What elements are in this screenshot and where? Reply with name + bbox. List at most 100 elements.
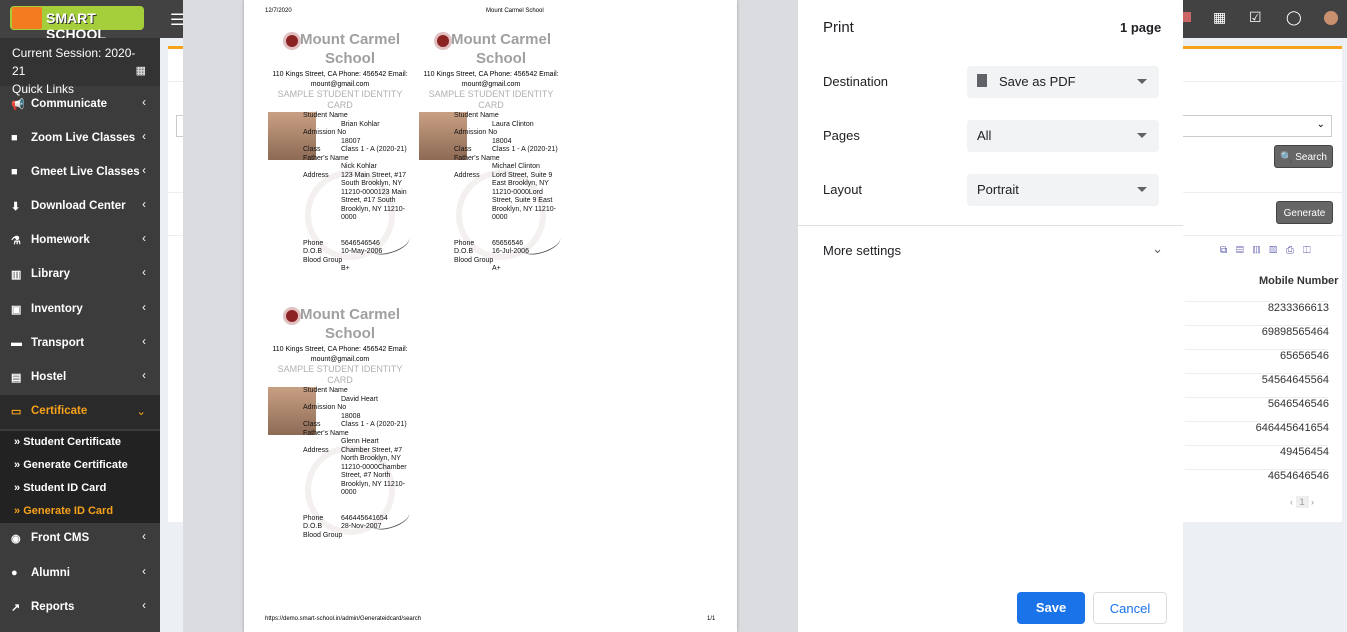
submenu-student-certificate[interactable]: » Student Certificate — [0, 431, 160, 454]
destination-label: Destination — [823, 74, 889, 89]
label-dob: D.O.B — [303, 523, 323, 530]
label-admission-no: Admission No — [303, 404, 347, 411]
sidebar-item-alumni[interactable]: ● Alumni ‹ — [0, 557, 160, 591]
table-row-mobile: 69898565464 — [1185, 325, 1329, 338]
submenu-generate-id-card[interactable]: » Generate ID Card — [0, 500, 160, 523]
sidebar-item-label: Alumni — [31, 566, 70, 579]
sidebar-item-label: Gmeet Live Classes — [31, 166, 140, 178]
chart-icon: ↗ — [11, 602, 21, 614]
print-icon[interactable]: ⎙ — [1286, 245, 1303, 256]
id-card: Mount Carmel School 110 Kings Street, CA … — [416, 20, 566, 290]
page-count: 1 page — [1120, 20, 1162, 35]
label-dob: D.O.B — [303, 248, 323, 255]
sidebar-item-library[interactable]: ▥ Library ‹ — [0, 258, 160, 292]
csv-icon[interactable]: ▥ — [1253, 245, 1270, 256]
sidebar-item-front-cms[interactable]: ◉ Front CMS ‹ — [0, 522, 160, 556]
page-1[interactable]: 1 — [1295, 496, 1309, 508]
sidebar-item-communicate[interactable]: 📢 Communicate ‹ — [0, 88, 160, 122]
value-address: Lord Street, Suite 9 East Brooklyn, NY 1… — [492, 171, 556, 222]
label-class: Class — [454, 146, 472, 153]
chevron-left-icon: ‹ — [142, 267, 146, 279]
label-blood-group: Blood Group — [303, 531, 343, 539]
excel-icon[interactable]: ▤ — [1236, 245, 1253, 256]
more-settings-toggle[interactable]: More settings ⌄ — [823, 241, 1163, 258]
building-icon: ▤ — [11, 372, 22, 384]
label-student-name: Student Name — [303, 387, 348, 394]
sidebar-item-inventory[interactable]: ▣ Inventory ‹ — [0, 293, 160, 327]
check-square-icon[interactable]: ☑ — [1249, 9, 1262, 26]
generate-button[interactable]: Generate — [1276, 201, 1333, 224]
value-address: Chamber Street, #7 North Brooklyn, NY 11… — [341, 446, 407, 497]
label-address: Address — [303, 171, 329, 179]
label-father-name: Father's Name — [303, 429, 349, 437]
sidebar-item-zoom-live-classes[interactable]: ■ Zoom Live Classes ‹ — [0, 122, 160, 156]
label-phone: Phone — [303, 239, 324, 247]
save-button[interactable]: Save — [1017, 592, 1085, 624]
chevron-left-icon: ‹ — [142, 131, 146, 143]
value-student-name: David Heart — [341, 395, 378, 403]
logo[interactable]: SMART SCHOOL — [10, 6, 144, 42]
video-icon: ■ — [11, 132, 18, 144]
columns-icon[interactable]: ◫ — [1303, 245, 1320, 256]
school-name: Mount Carmel School — [299, 31, 400, 67]
chevron-left-icon: ‹ — [142, 531, 146, 543]
label-phone: Phone — [454, 239, 475, 247]
current-session[interactable]: Current Session: 2020-21 — [12, 44, 148, 80]
layout-select[interactable]: Portrait — [967, 174, 1159, 206]
cancel-button[interactable]: Cancel — [1093, 592, 1167, 624]
card-title: SAMPLE STUDENT IDENTITY CARD — [277, 364, 403, 385]
sidebar-item-transport[interactable]: ▬ Transport ‹ — [0, 327, 160, 361]
chevron-left-icon: ‹ — [142, 370, 146, 382]
pdf-icon[interactable]: ▧ — [1269, 245, 1286, 256]
school-name: Mount Carmel School — [299, 306, 400, 342]
layout-label: Layout — [823, 182, 863, 197]
table-row-mobile: 8233366613 — [1185, 301, 1329, 314]
card-title: SAMPLE STUDENT IDENTITY CARD — [277, 89, 403, 110]
id-card: Mount Carmel School 110 Kings Street, CA … — [265, 295, 415, 565]
pages-select[interactable]: All — [967, 120, 1159, 152]
value-class: Class 1 - A (2020-21) — [341, 421, 407, 428]
submenu-student-id-card[interactable]: » Student ID Card — [0, 477, 160, 500]
next-page[interactable]: › — [1311, 497, 1314, 507]
flag-icon[interactable] — [1183, 12, 1191, 22]
copy-icon[interactable]: ⧉ — [1220, 245, 1236, 256]
value-blood-group: A+ — [492, 265, 501, 272]
calendar-icon[interactable]: ▦ — [1213, 9, 1226, 26]
avatar[interactable] — [1324, 11, 1338, 25]
label-blood-group: Blood Group — [454, 256, 494, 264]
sidebar-item-certificate[interactable]: ▭ Certificate ⌄ — [0, 395, 160, 429]
prev-page[interactable]: ‹ — [1290, 497, 1293, 507]
sidebar-item-gmeet-live-classes[interactable]: ■ Gmeet Live Classes ‹ — [0, 156, 160, 190]
value-address: 123 Main Street, #17 South Brooklyn, NY … — [341, 171, 407, 222]
label-student-name: Student Name — [454, 112, 499, 119]
sidebar-item-label: Transport — [31, 337, 85, 349]
grid-icon[interactable]: ▦ — [136, 62, 146, 80]
mobile-number-header[interactable]: Mobile Number — [1259, 275, 1338, 287]
table-row-mobile: 49456454 — [1185, 445, 1329, 458]
submenu-label: Student ID Card — [23, 482, 107, 494]
sidebar-item-homework[interactable]: ⚗ Homework ‹ — [0, 224, 160, 258]
submenu-label: Student Certificate — [23, 436, 121, 448]
whatsapp-icon[interactable]: ◯ — [1286, 9, 1302, 26]
bus-icon: ▬ — [11, 337, 22, 349]
sidebar-item-label: Certificate — [31, 405, 88, 417]
session-panel: Current Session: 2020-21 Quick Links ▦ — [0, 38, 160, 96]
sidebar-item-hostel[interactable]: ▤ Hostel ‹ — [0, 361, 160, 395]
label-father-name: Father's Name — [303, 154, 349, 162]
dropdown-arrow-icon — [1137, 79, 1147, 84]
chevron-left-icon: ‹ — [142, 97, 146, 109]
file-icon — [977, 74, 987, 87]
table-row-mobile: 5646546546 — [1185, 397, 1329, 410]
chevron-left-icon: ‹ — [142, 565, 146, 578]
print-title: Print — [823, 19, 854, 36]
sidebar-item-download-center[interactable]: ⬇ Download Center ‹ — [0, 190, 160, 224]
school-name: Mount Carmel School — [450, 31, 551, 67]
value-admission-no: 18004 — [492, 137, 512, 145]
sidebar-item-reports[interactable]: ↗ Reports ‹ — [0, 591, 160, 625]
search-button[interactable]: 🔍 Search — [1274, 145, 1333, 168]
destination-select[interactable]: Save as PDF — [967, 66, 1159, 98]
submenu-generate-certificate[interactable]: » Generate Certificate — [0, 454, 160, 477]
sidebar-item-label: Library — [31, 268, 70, 280]
print-footer-page: 1/1 — [707, 616, 716, 622]
school-address: 110 Kings Street, CA Phone: 456542 Email… — [272, 71, 408, 88]
